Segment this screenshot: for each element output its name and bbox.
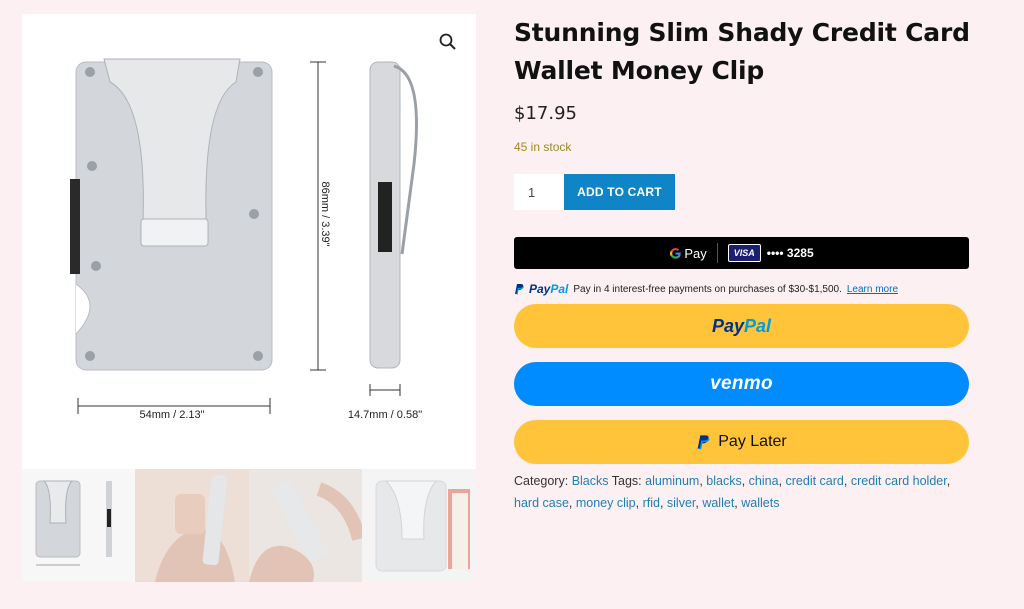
- product-gallery: 54mm / 2.13" 86mm / 3.39" 14.7mm / 0.58": [22, 14, 476, 582]
- tags-label: Tags:: [611, 474, 642, 488]
- google-g-icon: [670, 247, 682, 259]
- depth-dimension-label: 14.7mm / 0.58": [348, 409, 422, 421]
- tag-link[interactable]: money clip: [576, 496, 636, 510]
- add-to-cart-form: ADD TO CART: [514, 174, 970, 210]
- tag-link[interactable]: credit card holder: [851, 474, 947, 488]
- gpay-divider: [716, 243, 718, 263]
- card-number-masked: •••• 3285: [766, 246, 814, 260]
- thumbnail-4[interactable]: [362, 469, 476, 582]
- venmo-logo: venmo: [710, 373, 773, 394]
- add-to-cart-button[interactable]: ADD TO CART: [564, 174, 675, 210]
- thumbnail-3[interactable]: [248, 469, 363, 582]
- thumbnail-1[interactable]: [22, 469, 135, 582]
- tag-link[interactable]: china: [749, 474, 779, 488]
- paypal-button-label-2: Pal: [744, 315, 772, 336]
- tag-link[interactable]: aluminum: [645, 474, 699, 488]
- tag-link[interactable]: wallet: [702, 496, 734, 510]
- paypal-button[interactable]: Pay Pal: [514, 304, 969, 348]
- category-link[interactable]: Blacks: [572, 474, 609, 488]
- tag-link[interactable]: rfid: [643, 496, 660, 510]
- thumbnail-2[interactable]: [135, 469, 249, 582]
- zoom-button[interactable]: [434, 28, 462, 56]
- magnifier-icon: [439, 33, 456, 50]
- height-dimension-label: 86mm / 3.39": [319, 181, 331, 246]
- paypal-msg-logo: PayPal: [529, 282, 568, 296]
- tag-link[interactable]: blacks: [706, 474, 741, 488]
- product-summary: Stunning Slim Shady Credit Card Wallet M…: [514, 14, 970, 514]
- tag-link[interactable]: silver: [667, 496, 695, 510]
- category-label: Category:: [514, 474, 569, 488]
- product-price: $17.95: [514, 103, 577, 124]
- product-meta: Category: Blacks Tags: aluminum, blacks,…: [514, 474, 951, 510]
- thumbnail-strip: [22, 469, 476, 582]
- tag-link[interactable]: hard case: [514, 496, 569, 510]
- pay-later-label: Pay Later: [718, 433, 787, 450]
- gpay-logo: Pay: [669, 245, 707, 261]
- width-dimension-label: 54mm / 2.13": [139, 409, 204, 421]
- visa-card-badge: VISA: [727, 244, 761, 262]
- paypal-p-icon: [515, 284, 524, 295]
- paypal-pay-in-4-message: PayPal Pay in 4 interest-free payments o…: [514, 281, 970, 297]
- paypal-button-label-1: Pay: [711, 315, 744, 336]
- google-pay-button[interactable]: Pay VISA •••• 3285: [514, 237, 969, 269]
- paypal-msg-logo-1: Pay: [529, 282, 551, 296]
- quantity-input[interactable]: [514, 174, 564, 210]
- tag-link[interactable]: wallets: [741, 496, 779, 510]
- main-product-image[interactable]: 54mm / 2.13" 86mm / 3.39" 14.7mm / 0.58": [22, 14, 476, 466]
- gpay-label: Pay: [684, 245, 707, 261]
- stock-status: 45 in stock: [514, 140, 572, 154]
- tag-link[interactable]: credit card: [786, 474, 844, 488]
- pay-later-button[interactable]: Pay Later: [514, 420, 969, 464]
- learn-more-link[interactable]: Learn more: [847, 284, 898, 295]
- paypal-p-icon: [697, 435, 710, 450]
- product-title: Stunning Slim Shady Credit Card Wallet M…: [514, 18, 970, 85]
- paypal-msg-logo-2: Pal: [550, 282, 569, 296]
- paypal-msg-text: Pay in 4 interest-free payments on purch…: [573, 283, 842, 295]
- venmo-button[interactable]: venmo: [514, 362, 969, 406]
